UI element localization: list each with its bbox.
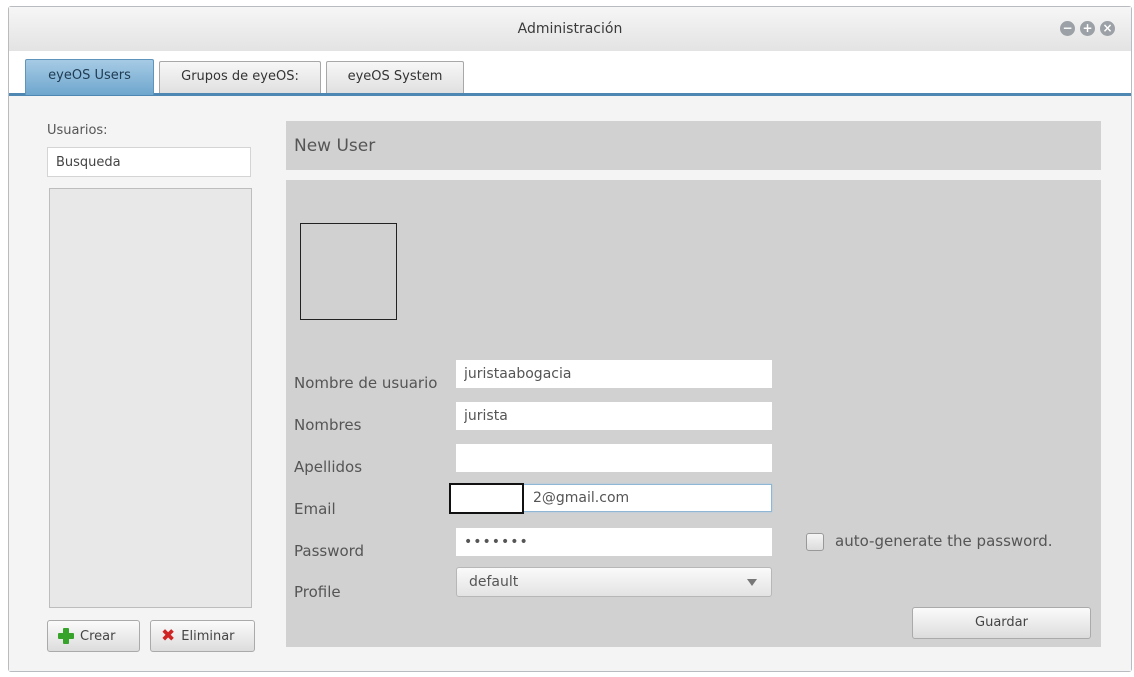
email-label: Email <box>294 500 336 518</box>
save-button[interactable]: Guardar <box>912 607 1091 639</box>
autogen-checkbox[interactable] <box>806 533 824 551</box>
window-title: Administración <box>517 21 623 37</box>
profile-value: default <box>469 574 519 590</box>
search-input[interactable] <box>47 147 251 177</box>
tab-strip: eyeOS Users Grupos de eyeOS: eyeOS Syste… <box>9 51 1131 96</box>
username-field[interactable] <box>456 360 772 388</box>
surnames-label: Apellidos <box>294 458 363 476</box>
profile-label: Profile <box>294 583 341 601</box>
tab-eyeos-users[interactable]: eyeOS Users <box>25 59 154 95</box>
tab-eyeos-system[interactable]: eyeOS System <box>326 61 464 93</box>
users-label: Usuarios: <box>47 123 108 138</box>
surnames-field[interactable] <box>456 444 772 472</box>
user-list[interactable] <box>49 188 252 608</box>
password-label: Password <box>294 542 365 560</box>
delete-label: Eliminar <box>181 628 235 644</box>
form-title: New User <box>294 136 376 156</box>
names-field[interactable] <box>456 402 772 430</box>
delete-button[interactable]: ✖ Eliminar <box>150 620 255 652</box>
user-form: Nombre de usuario Nombres Apellidos Emai… <box>286 180 1101 647</box>
admin-window: Administración − + × eyeOS Users Grupos … <box>8 6 1132 672</box>
redaction-box <box>449 483 524 514</box>
main-content: Usuarios: Crear ✖ Eliminar New User Nomb… <box>9 96 1131 671</box>
chevron-down-icon <box>747 579 757 586</box>
autogen-label: auto-generate the password. <box>835 532 1053 550</box>
username-label: Nombre de usuario <box>294 374 438 392</box>
plus-icon <box>58 628 74 644</box>
create-button[interactable]: Crear <box>47 620 140 652</box>
password-field[interactable] <box>456 528 772 556</box>
tab-grupos[interactable]: Grupos de eyeOS: <box>159 61 321 93</box>
delete-x-icon: ✖ <box>161 626 176 646</box>
close-icon[interactable]: × <box>1100 21 1115 36</box>
profile-select[interactable]: default <box>456 567 772 597</box>
minimize-icon[interactable]: − <box>1060 21 1075 36</box>
form-header: New User <box>286 121 1101 170</box>
maximize-icon[interactable]: + <box>1080 21 1095 36</box>
avatar-placeholder[interactable] <box>300 223 397 320</box>
create-label: Crear <box>80 628 116 644</box>
title-bar[interactable]: Administración − + × <box>9 7 1131 51</box>
names-label: Nombres <box>294 416 362 434</box>
